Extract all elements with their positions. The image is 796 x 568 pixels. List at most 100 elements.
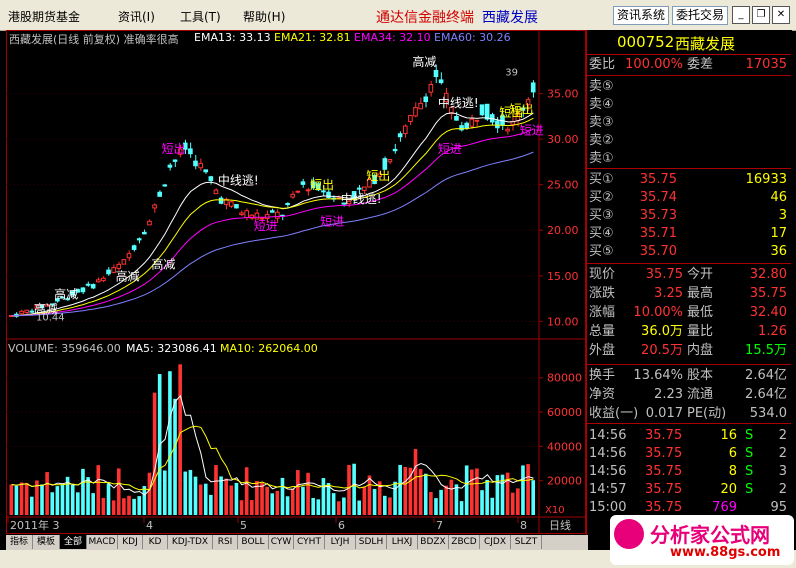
finance-row: 换手 13.64% 股本 2.64亿 — [589, 367, 789, 385]
tick-flag: S — [745, 428, 754, 443]
volume-bar — [173, 398, 177, 515]
volume-tick-label: 40000 — [547, 440, 582, 453]
candle-body — [126, 253, 132, 259]
sell-row: 卖④ — [589, 96, 789, 114]
candle-body — [356, 187, 362, 190]
volume-bar — [249, 500, 254, 515]
finance-value: 2.64亿 — [745, 368, 787, 383]
volume-bar — [116, 468, 121, 515]
buy-row[interactable]: 买④ 35.71 17 — [589, 225, 789, 243]
candle-body — [479, 104, 485, 116]
buy-row[interactable]: 买③ 35.73 3 — [589, 207, 789, 225]
tab-sdlh[interactable]: SDLH — [356, 535, 387, 549]
volume-bar — [331, 493, 336, 515]
candle-body — [95, 279, 101, 283]
stat-label: 总量 — [589, 324, 616, 339]
info-system-button[interactable]: 资讯系统 — [613, 6, 670, 25]
finance-label: 流通 — [687, 387, 714, 402]
tab-cjdx[interactable]: CJDX — [480, 535, 511, 549]
sell-row: 卖③ — [589, 114, 789, 132]
volume-bar — [45, 472, 49, 515]
volume-bar — [388, 497, 392, 515]
volume-bar — [178, 364, 182, 515]
volume-bar — [434, 498, 438, 515]
volume-bar — [464, 465, 469, 515]
tab-slzt[interactable]: SLZT — [511, 535, 542, 549]
stat-value: 35.75 — [749, 286, 787, 301]
tab-macd[interactable]: MACD — [87, 535, 118, 549]
volume-bar — [444, 485, 449, 515]
tick-price: 35.75 — [645, 464, 683, 479]
minimize-icon[interactable]: _ — [732, 6, 750, 24]
menu-help[interactable]: 帮助(H) — [243, 8, 285, 25]
volume-bar — [86, 477, 90, 515]
stat-row: 总量 36.0万 量比 1.26 — [589, 323, 789, 341]
date-label: 2011年 3 — [10, 518, 60, 532]
tab-kd[interactable]: KD — [143, 535, 168, 549]
tick-count: 2 — [778, 446, 787, 461]
tab-kdj[interactable]: KDJ — [118, 535, 143, 549]
divider — [587, 263, 791, 264]
tab-全部[interactable]: 全部 — [60, 535, 87, 549]
volume-bar — [393, 481, 397, 515]
tick-volume: 20 — [720, 482, 737, 497]
volume-bar — [29, 496, 34, 515]
volume-bar — [9, 484, 14, 515]
tick-count: 3 — [778, 464, 787, 479]
finance-value: 2.23 — [654, 387, 683, 402]
volume-bar — [91, 493, 95, 515]
finance-value: 2.64亿 — [745, 387, 787, 402]
stat-label: 内盘 — [687, 343, 714, 358]
volume-bar — [234, 482, 239, 515]
candle-body — [136, 238, 142, 241]
close-icon[interactable]: ✕ — [772, 6, 790, 24]
volume-bar — [510, 492, 515, 515]
tab-模板[interactable]: 模板 — [33, 535, 60, 549]
volume-bar — [306, 472, 310, 515]
tab-lhxj[interactable]: LHXJ — [387, 535, 418, 549]
buy-price: 35.70 — [639, 244, 677, 259]
candle-body — [474, 119, 480, 122]
buy-row[interactable]: 买② 35.74 46 — [589, 189, 789, 207]
candle-body — [464, 122, 469, 129]
restore-icon[interactable]: ❐ — [752, 6, 770, 24]
candle-body — [413, 107, 418, 117]
candle-body — [162, 184, 168, 187]
volume-bar — [229, 485, 234, 515]
sell-row: 卖② — [589, 132, 789, 150]
finance-label: PE(动) — [687, 406, 727, 421]
volume-bar — [475, 468, 479, 515]
buy-row[interactable]: 买⑤ 35.70 36 — [589, 243, 789, 261]
tab-指标[interactable]: 指标 — [6, 535, 33, 549]
tab-boll[interactable]: BOLL — [238, 535, 269, 549]
buy-row[interactable]: 买① 35.75 16933 — [589, 171, 789, 189]
tab-zbcd[interactable]: ZBCD — [449, 535, 480, 549]
menu-hk-futures[interactable]: 港股期货基金 — [8, 8, 80, 25]
menu-info[interactable]: 资讯(I) — [118, 8, 155, 25]
tab-bdzx[interactable]: BDZX — [418, 535, 449, 549]
candle-body — [295, 190, 301, 193]
tick-time: 14:56 — [589, 446, 627, 461]
tab-lyjh[interactable]: LYJH — [325, 535, 356, 549]
tab-cyht[interactable]: CYHT — [294, 535, 325, 549]
tab-rsi[interactable]: RSI — [213, 535, 238, 549]
candle-body — [290, 193, 296, 198]
trade-button[interactable]: 委托交易 — [672, 6, 729, 25]
menu-tools[interactable]: 工具(T) — [180, 8, 221, 25]
stat-row: 外盘 20.5万 内盘 15.5万 — [589, 342, 789, 360]
tab-kdj-tdx[interactable]: KDJ-TDX — [168, 535, 213, 549]
tab-cyw[interactable]: CYW — [269, 535, 294, 549]
volume-bar — [244, 467, 249, 515]
signal-label: 中线逃! — [341, 191, 382, 206]
volume-bar — [260, 482, 264, 515]
volume-bar — [383, 495, 387, 515]
volume-bar — [188, 469, 193, 515]
volume-bar — [106, 483, 111, 515]
date-label: 6 — [338, 519, 345, 532]
stat-label: 涨幅 — [589, 305, 616, 320]
tick-price: 35.75 — [645, 446, 683, 461]
candle-body — [530, 82, 536, 93]
volume-bar — [147, 472, 152, 515]
kline-chart[interactable]: 35.00 30.00 25.00 20.00 15.00 10.00 80000 60000… — [6, 30, 586, 535]
stat-value: 36.0万 — [641, 324, 683, 339]
